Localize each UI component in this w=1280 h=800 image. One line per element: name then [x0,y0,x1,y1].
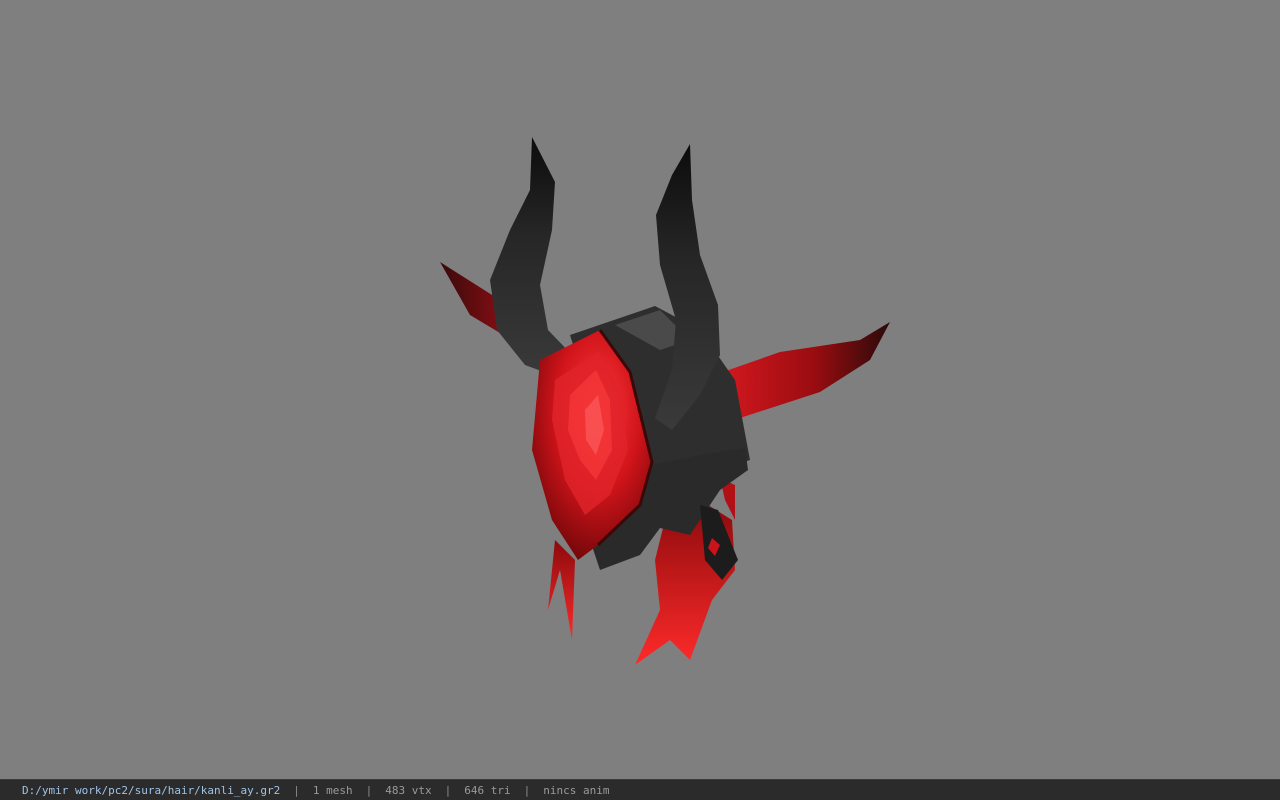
triangle-count: 646 tri [464,783,511,797]
separator: | [365,783,373,797]
status-bar: D:/ymir work/pc2/sura/hair/kanli_ay.gr2 … [0,779,1280,800]
separator: | [293,783,300,797]
helmet-model [440,137,890,665]
vertex-count: 483 vtx [385,783,432,797]
file-path: D:/ymir work/pc2/sura/hair/kanli_ay.gr2 [22,783,281,797]
mesh-count: 1 mesh [312,783,353,797]
separator: | [444,783,452,797]
animation-status: nincs anim [543,783,610,797]
hair-strands [548,540,575,640]
separator: | [523,783,531,797]
left-black-horn [490,137,575,378]
3d-viewport[interactable] [0,0,1280,779]
